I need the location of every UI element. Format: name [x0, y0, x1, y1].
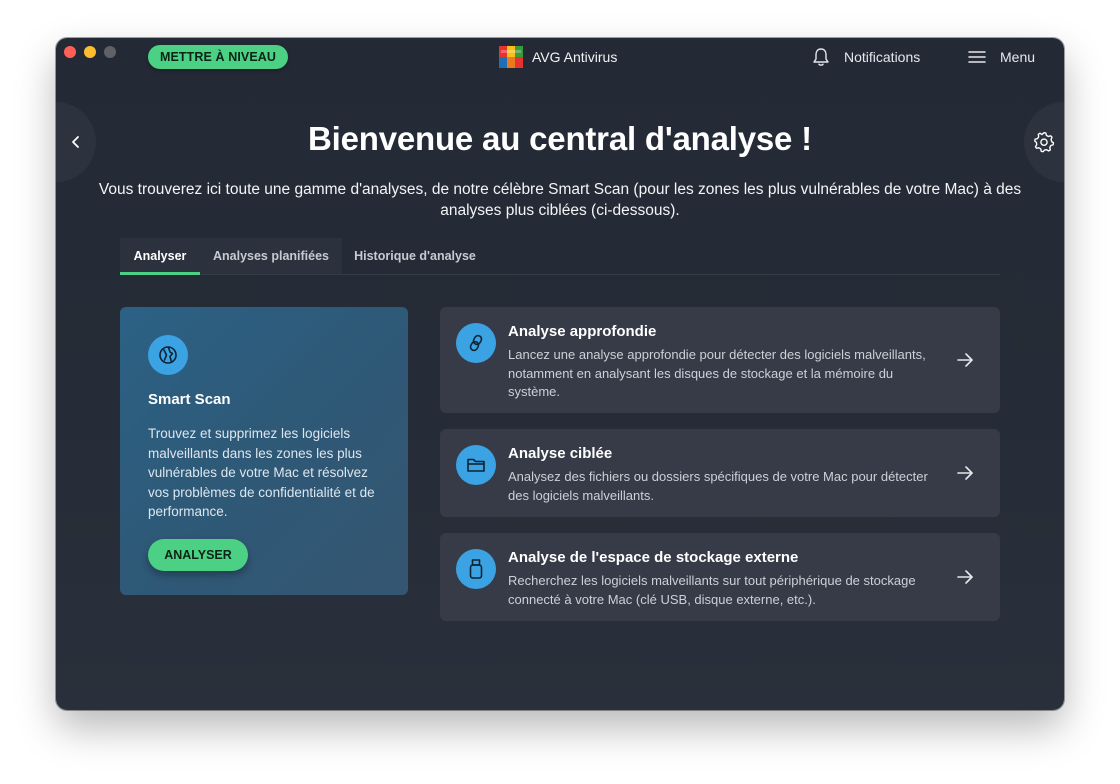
- tab-analyser[interactable]: Analyser: [120, 238, 200, 275]
- window-close-button[interactable]: [64, 46, 76, 58]
- menu-label: Menu: [1000, 49, 1036, 65]
- chain-link-icon: [456, 323, 496, 363]
- app-title: AVG Antivirus: [499, 46, 617, 68]
- hamburger-icon: [968, 51, 986, 63]
- notifications-button[interactable]: Notifications: [812, 46, 920, 68]
- page-subtitle: Vous trouverez ici toute une gamme d'ana…: [98, 181, 1022, 219]
- external-storage-scan-row[interactable]: Analyse de l'espace de stockage externe …: [440, 533, 1000, 621]
- tab-scheduled-scans[interactable]: Analyses planifiées: [200, 238, 342, 274]
- tab-scan-history[interactable]: Historique d'analyse: [342, 238, 488, 274]
- deep-scan-description: Lancez une analyse approfondie pour déte…: [508, 347, 926, 399]
- folder-icon: [456, 445, 496, 485]
- deep-scan-row[interactable]: Analyse approfondie Lancez une analyse a…: [440, 307, 1000, 413]
- usb-drive-icon: [456, 549, 496, 589]
- app-window: METTRE À NIVEAU AVG Antivirus Notificati…: [56, 38, 1064, 710]
- arrow-right-icon: [957, 353, 973, 367]
- smart-scan-card: Smart Scan Trouvez et supprimez les logi…: [120, 307, 408, 595]
- window-zoom-button[interactable]: [104, 46, 116, 58]
- window-minimize-button[interactable]: [84, 46, 96, 58]
- avg-logo-icon: [499, 46, 523, 68]
- targeted-scan-row[interactable]: Analyse ciblée Analysez des fichiers ou …: [440, 429, 1000, 517]
- page-title: Bienvenue au central d'analyse !: [308, 120, 812, 157]
- smart-scan-icon: [148, 335, 188, 375]
- external-scan-title: Analyse de l'espace de stockage externe: [508, 549, 799, 566]
- scan-tabs: Analyser Analyses planifiées Historique …: [120, 238, 1000, 275]
- arrow-right-icon: [957, 570, 973, 584]
- targeted-scan-title: Analyse ciblée: [508, 445, 613, 462]
- deep-scan-title: Analyse approfondie: [508, 323, 657, 340]
- title-bar: METTRE À NIVEAU AVG Antivirus Notificati…: [56, 38, 1064, 76]
- menu-button[interactable]: Menu: [968, 46, 1035, 68]
- smart-scan-analyze-button[interactable]: ANALYSER: [148, 539, 248, 571]
- notifications-label: Notifications: [844, 49, 921, 65]
- smart-scan-title: Smart Scan: [148, 391, 231, 408]
- smart-scan-description: Trouvez et supprimez les logiciels malve…: [148, 426, 375, 519]
- arrow-right-icon: [957, 466, 973, 480]
- external-scan-description: Recherchez les logiciels malveillants su…: [508, 573, 916, 607]
- bell-icon: [813, 48, 829, 66]
- app-name: AVG Antivirus: [532, 49, 618, 65]
- targeted-scan-description: Analysez des fichiers ou dossiers spécif…: [508, 469, 928, 503]
- upgrade-button[interactable]: METTRE À NIVEAU: [148, 45, 288, 69]
